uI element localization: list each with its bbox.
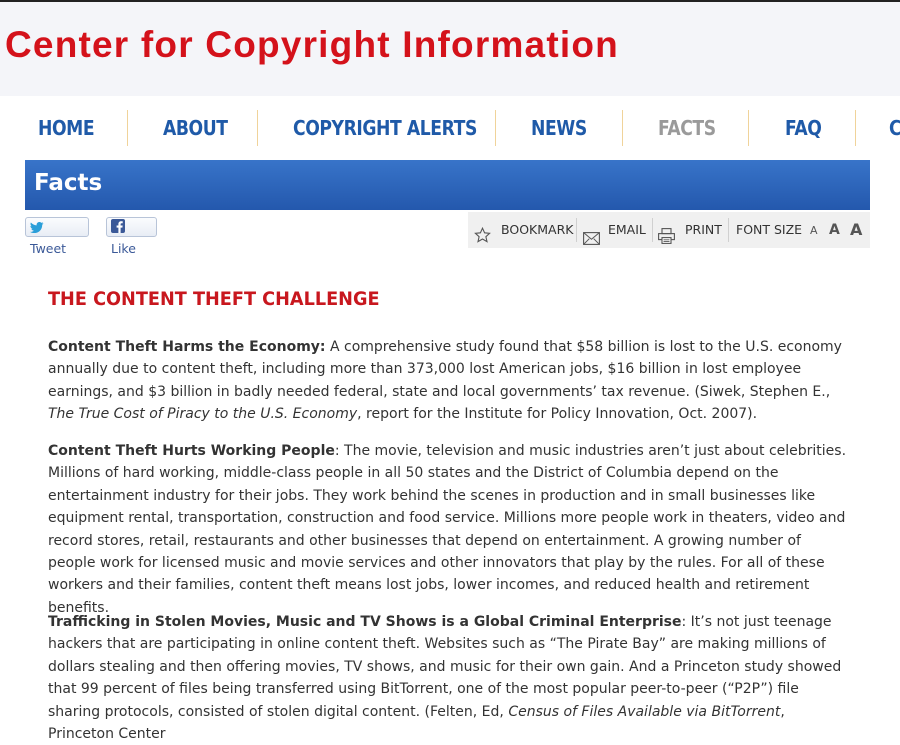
nav-separator bbox=[748, 110, 749, 146]
paragraph-working-people: Content Theft Hurts Working People: The … bbox=[48, 443, 847, 616]
nav-separator bbox=[855, 110, 856, 146]
nav-item-news[interactable]: NEWS bbox=[531, 108, 587, 148]
print-label: PRINT bbox=[685, 222, 722, 237]
toolbar-separator bbox=[576, 218, 577, 242]
star-icon bbox=[474, 222, 491, 258]
paragraph-lead: Trafficking in Stolen Movies, Music and … bbox=[48, 614, 682, 630]
nav-separator bbox=[127, 110, 128, 146]
nav-item-home[interactable]: HOME bbox=[38, 108, 95, 148]
font-size-medium-button[interactable]: A bbox=[829, 222, 840, 238]
nav-item-copyright-alerts[interactable]: COPYRIGHT ALERTS bbox=[293, 108, 477, 148]
print-button[interactable]: PRINT bbox=[658, 212, 724, 248]
main-nav: HOME ABOUT COPYRIGHT ALERTS NEWS FACTS F… bbox=[0, 108, 900, 148]
email-label: EMAIL bbox=[608, 222, 646, 237]
nav-item-contact[interactable]: C bbox=[889, 108, 900, 148]
article-toolbar: BOOKMARK EMAIL PRINT FONT SIZE A A A bbox=[468, 212, 870, 248]
site-header: Center for Copyright Information bbox=[0, 2, 900, 96]
printer-icon bbox=[658, 222, 675, 258]
twitter-bird-icon bbox=[30, 219, 44, 239]
section-heading: THE CONTENT THEFT CHALLENGE bbox=[48, 288, 380, 310]
page-title: Facts bbox=[34, 170, 103, 196]
paragraph-lead: Content Theft Harms the Economy: bbox=[48, 339, 326, 355]
toolbar-separator bbox=[728, 218, 729, 242]
email-button[interactable]: EMAIL bbox=[583, 212, 651, 248]
font-size-large-button[interactable]: A bbox=[850, 220, 862, 239]
font-size-label: FONT SIZE bbox=[736, 222, 803, 237]
main-content: HOME ABOUT COPYRIGHT ALERTS NEWS FACTS F… bbox=[0, 96, 900, 742]
nav-item-faq[interactable]: FAQ bbox=[785, 108, 822, 148]
paragraph-global-enterprise: Trafficking in Stolen Movies, Music and … bbox=[48, 614, 842, 743]
bookmark-label: BOOKMARK bbox=[501, 222, 574, 237]
nav-separator bbox=[622, 110, 623, 146]
like-label: Like bbox=[111, 240, 136, 256]
page-title-bar: Facts bbox=[25, 160, 870, 210]
nav-item-facts[interactable]: FACTS bbox=[658, 108, 716, 148]
citation-title: Census of Files Available via BitTorrent bbox=[508, 703, 781, 720]
site-title[interactable]: Center for Copyright Information bbox=[5, 24, 619, 66]
nav-separator bbox=[495, 110, 496, 146]
paragraph-lead: Content Theft Hurts Working People bbox=[48, 443, 335, 459]
nav-item-about[interactable]: ABOUT bbox=[163, 108, 228, 148]
nav-separator bbox=[257, 110, 258, 146]
citation-title: The True Cost of Piracy to the U.S. Econ… bbox=[48, 406, 358, 423]
facebook-icon bbox=[111, 218, 125, 239]
toolbar-separator bbox=[652, 218, 653, 242]
envelope-icon bbox=[583, 223, 600, 259]
paragraph-economy: Content Theft Harms the Economy: A compr… bbox=[48, 339, 842, 423]
tweet-button[interactable]: Tweet bbox=[25, 217, 89, 256]
bookmark-button[interactable]: BOOKMARK bbox=[474, 212, 574, 248]
font-size-small-button[interactable]: A bbox=[810, 224, 818, 237]
like-button[interactable]: Like bbox=[106, 217, 157, 256]
tweet-label: Tweet bbox=[30, 240, 67, 256]
